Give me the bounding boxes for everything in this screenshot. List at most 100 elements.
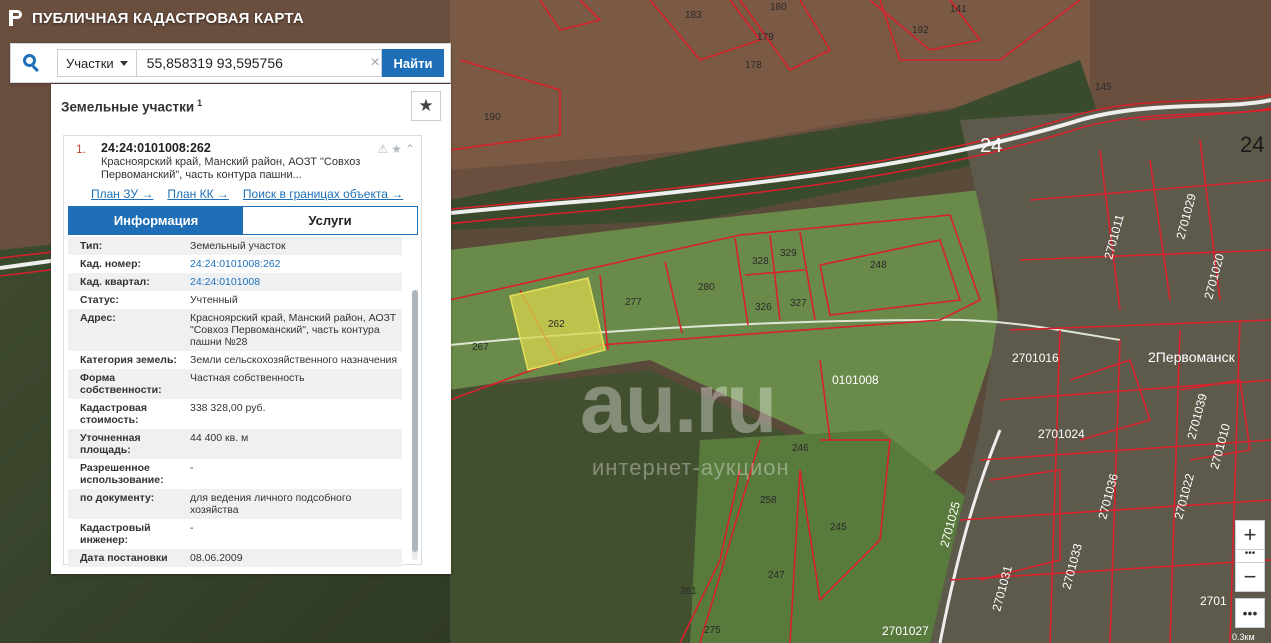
result-card: 1. 24:24:0101008:262 Красноярский край, … <box>63 135 422 567</box>
info-key: Кад. квартал: <box>80 276 150 288</box>
search-toggle-button[interactable] <box>11 44 53 82</box>
tab-services[interactable]: Услуги <box>243 207 417 234</box>
parcel-label: 277 <box>625 297 642 308</box>
star-icon[interactable]: ★ <box>391 142 402 156</box>
info-value: Учтенный <box>190 294 238 306</box>
info-value: Земли сельскохозяйственного назначения <box>190 354 398 366</box>
search-bar: Участки × Найти <box>10 43 451 83</box>
parcel-label: 280 <box>698 282 715 293</box>
info-key: Форма собственности: <box>80 372 162 396</box>
info-table: Тип: Земельный участок Кад. номер: 24:24:0… <box>68 237 402 567</box>
result-links: План ЗУ → План КК → Поиск в границах объ… <box>64 182 421 201</box>
zoom-controls: + ••• − <box>1235 520 1265 592</box>
search-icon <box>23 54 41 73</box>
result-index: 1. <box>76 142 87 156</box>
search-input[interactable] <box>136 49 382 77</box>
watermark-logo: au.ru <box>580 356 777 450</box>
scale-label: 0.3км <box>1232 632 1255 642</box>
info-row: Дата постановки 08.06.2009 <box>68 549 402 567</box>
star-icon: ★ <box>418 96 434 115</box>
parcel-label: 248 <box>870 260 887 271</box>
search-in-bounds-link[interactable]: Поиск в границах объекта → <box>243 187 403 201</box>
info-value: - <box>190 522 194 534</box>
info-row: Тип: Земельный участок <box>68 237 402 255</box>
info-key: Разрешенное использование: <box>80 462 164 486</box>
info-value: 08.06.2009 <box>190 552 243 564</box>
chevron-down-icon <box>119 60 128 66</box>
cad-number-link[interactable]: 24:24:0101008:262 <box>190 258 402 270</box>
quarter-label: 2701027 <box>882 624 929 638</box>
more-tools-button[interactable]: ••• <box>1235 598 1265 628</box>
tab-info[interactable]: Информация <box>69 207 243 234</box>
info-row: Статус: Учтенный <box>68 291 402 309</box>
result-cad-number: 24:24:0101008:262 <box>101 141 211 155</box>
info-value: Красноярский край, Манский район, АОЗТ "… <box>190 312 397 348</box>
warning-icon[interactable]: ⚠ <box>377 142 388 156</box>
parcel-label: 183 <box>685 10 702 21</box>
parcel-label: 247 <box>768 570 785 581</box>
search-type-dropdown[interactable]: Участки <box>57 49 137 77</box>
results-header: Земельные участки 1 ★ <box>51 84 451 128</box>
parcel-label: 267 <box>472 342 489 353</box>
info-key: Статус: <box>80 294 119 306</box>
parcel-label: 329 <box>780 248 797 259</box>
parcel-label: 246 <box>792 443 809 454</box>
watermark-subtitle: интернет-аукцион <box>592 455 790 480</box>
clear-search-icon[interactable]: × <box>367 54 383 72</box>
info-scrollbar[interactable] <box>412 290 418 560</box>
results-title: Земельные участки 1 <box>61 98 202 115</box>
parcel-label: 261 <box>680 586 697 597</box>
info-row: по документу: для ведения личного подсобн… <box>68 489 402 519</box>
info-row: Кад. номер: 24:24:0101008:262 <box>68 255 402 273</box>
parcel-label: 145 <box>1095 82 1112 93</box>
plan-kk-link[interactable]: План КК → <box>167 187 229 201</box>
result-address: Красноярский край, Манский район, АОЗТ "… <box>101 156 361 181</box>
zoom-out-button[interactable]: − <box>1235 562 1265 592</box>
info-row: Кадастровый инженер: - <box>68 519 402 549</box>
info-value: - <box>190 462 194 474</box>
parcel-label: 179 <box>757 32 774 43</box>
info-key: Категория земель: <box>80 354 177 366</box>
parcel-label: 275 <box>704 625 721 636</box>
info-key: Дата постановки <box>80 552 168 564</box>
cad-quarter-link[interactable]: 24:24:0101008 <box>190 276 402 288</box>
result-card-header[interactable]: 1. 24:24:0101008:262 Красноярский край, … <box>64 136 421 182</box>
chevron-up-icon[interactable]: ⌃ <box>405 142 415 156</box>
info-key: Уточненная площадь: <box>80 432 141 456</box>
parcel-label: 245 <box>830 522 847 533</box>
info-key: Тип: <box>80 240 103 252</box>
info-key: Кадастровая стоимость: <box>80 402 147 426</box>
rosreestr-logo-icon[interactable] <box>8 9 24 27</box>
find-button[interactable]: Найти <box>382 49 444 77</box>
plan-zu-link[interactable]: План ЗУ → <box>91 187 153 201</box>
app-header: ПУБЛИЧНАЯ КАДАСТРОВАЯ КАРТА <box>8 6 304 30</box>
parcel-label: 262 <box>548 319 565 330</box>
parcel-label: 258 <box>760 495 777 506</box>
zoom-in-button[interactable]: + <box>1235 520 1265 550</box>
app-title: ПУБЛИЧНАЯ КАДАСТРОВАЯ КАРТА <box>32 9 304 27</box>
search-type-label: Участки <box>66 55 114 71</box>
results-panel: Земельные участки 1 ★ 1. 24:24:0101008:26… <box>51 84 451 574</box>
result-tabs: Информация Услуги <box>68 206 418 235</box>
favorites-button[interactable]: ★ <box>411 91 441 121</box>
info-key: Кадастровый инженер: <box>80 522 151 546</box>
info-key: Адрес: <box>80 312 116 324</box>
quarter-label: 2701016 <box>1012 351 1059 365</box>
district-label: 24 <box>980 135 1002 157</box>
village-label: 2Первоманск <box>1148 349 1236 365</box>
quarter-label: 2701 <box>1200 594 1227 608</box>
parcel-label: 192 <box>912 25 929 36</box>
info-row: Кад. квартал: 24:24:0101008 <box>68 273 402 291</box>
zoom-level-dots: ••• <box>1235 549 1265 562</box>
info-key: Кад. номер: <box>80 258 142 270</box>
results-count: 1 <box>197 97 203 108</box>
info-row: Кадастровая стоимость: 338 328,00 руб. <box>68 399 402 429</box>
quarter-label: 2701024 <box>1038 427 1085 441</box>
results-title-text: Земельные участки <box>61 99 195 115</box>
info-value: Земельный участок <box>190 240 286 252</box>
info-row: Разрешенное использование: - <box>68 459 402 489</box>
scrollbar-thumb[interactable] <box>412 290 418 552</box>
info-key: по документу: <box>80 492 155 504</box>
parcel-label: 328 <box>752 256 769 267</box>
info-value: для ведения личного подсобного хозяйства <box>190 492 352 516</box>
